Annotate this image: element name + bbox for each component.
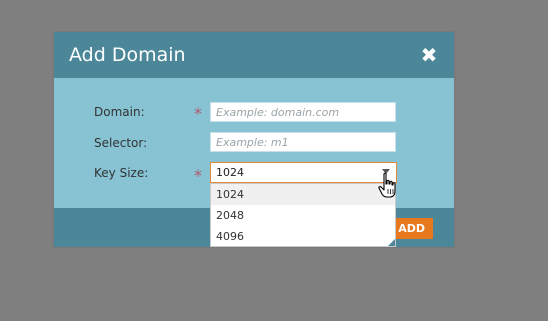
dialog-title: Add Domain — [69, 44, 186, 66]
selector-label: Selector: — [94, 136, 148, 150]
key-size-option-4096[interactable]: 4096 — [211, 226, 395, 247]
domain-required-asterisk: * — [194, 104, 202, 123]
close-icon[interactable]: ✖ — [420, 45, 438, 65]
hand-cursor-icon — [378, 172, 396, 198]
key-size-selected-value: 1024 — [216, 166, 244, 179]
selector-input[interactable] — [210, 132, 396, 152]
resize-grip-icon[interactable] — [388, 239, 395, 246]
dialog-header: Add Domain ✖ — [54, 32, 454, 78]
key-size-required-asterisk: * — [194, 166, 202, 185]
key-size-label: Key Size: — [94, 166, 149, 180]
key-size-option-2048[interactable]: 2048 — [211, 205, 395, 226]
key-size-dropdown: 1024 2048 4096 — [210, 183, 396, 247]
key-size-option-1024[interactable]: 1024 — [211, 184, 395, 205]
domain-label: Domain: — [94, 105, 145, 119]
domain-input[interactable] — [210, 102, 396, 122]
key-size-select[interactable]: 1024 — [210, 162, 397, 183]
